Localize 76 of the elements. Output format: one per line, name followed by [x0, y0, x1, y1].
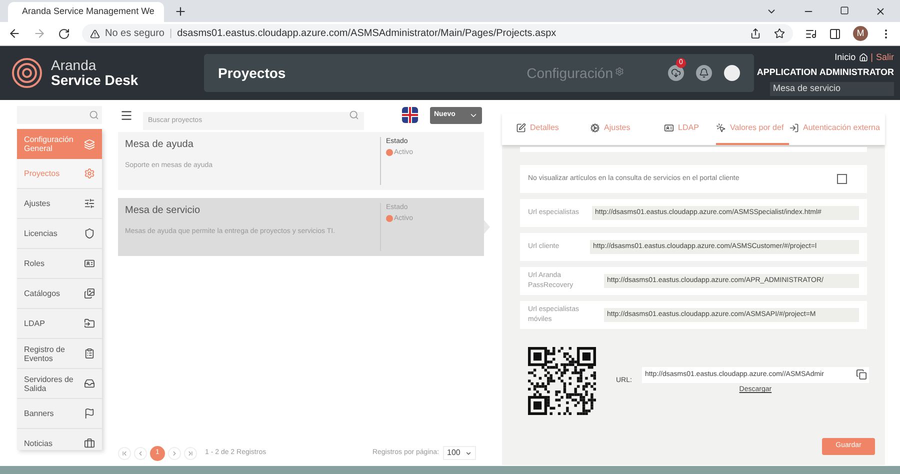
per-page-select[interactable]: 100 — [443, 446, 476, 460]
briefcase-icon — [84, 438, 95, 449]
id-card-icon — [84, 258, 95, 269]
sidebar-item[interactable]: Licencias — [17, 219, 102, 249]
gear-icon — [84, 168, 95, 179]
reload-icon[interactable] — [58, 28, 70, 40]
flag-icon[interactable] — [402, 107, 418, 123]
profile-avatar[interactable]: M — [853, 26, 868, 41]
sidebar-item[interactable]: Servidores de Salida — [17, 369, 102, 399]
sidebar-item[interactable]: Noticias — [17, 429, 102, 450]
separator: | — [169, 27, 172, 41]
cloud-download-button[interactable] — [668, 65, 684, 81]
user-name: APPLICATION ADMINISTRATOR — [756, 66, 894, 79]
side-panel-icon[interactable] — [829, 28, 841, 40]
sidebar-item[interactable]: LDAP — [17, 309, 102, 339]
bell-button[interactable] — [696, 65, 712, 81]
sidebar-item[interactable]: Banners — [17, 399, 102, 429]
warning-icon — [90, 28, 100, 38]
clipboard-icon — [84, 348, 95, 359]
flag-icon — [84, 408, 95, 419]
address-field[interactable]: No es seguro | dsasms01.eastus.cloudapp.azure.com/ASMSAdministrator/Main/Pages/Projects.aspx — [82, 24, 793, 43]
gear-icon — [615, 66, 624, 76]
security-label: No es seguro — [105, 27, 164, 41]
sidebar-item[interactable]: Catálogos — [17, 279, 102, 309]
sidebar-item[interactable]: Registro de Eventos — [17, 339, 102, 369]
sidebar-item[interactable]: Roles — [17, 249, 102, 279]
logout-link[interactable]: Salir — [876, 50, 894, 64]
playlist-icon[interactable] — [805, 28, 817, 40]
menu-icon[interactable] — [120, 108, 133, 122]
images-icon — [84, 288, 95, 299]
last-page-icon — [187, 450, 194, 456]
maximize-icon[interactable] — [840, 6, 849, 15]
inbox-icon — [84, 378, 95, 389]
search-field[interactable] — [17, 106, 102, 124]
user-avatar[interactable] — [724, 65, 740, 81]
folder-icon — [84, 318, 95, 329]
pointer-click-icon — [716, 123, 726, 133]
project-selector[interactable]: Mesa de servicio — [770, 82, 894, 96]
share-icon[interactable] — [750, 28, 761, 39]
first-page-icon — [121, 450, 128, 456]
id-card-icon — [664, 123, 674, 133]
separator: | — [870, 50, 873, 64]
brand-name: Service Desk — [51, 73, 138, 88]
shield-icon — [84, 228, 95, 239]
search-icon — [349, 110, 359, 120]
layers-icon — [84, 138, 95, 150]
back-icon[interactable] — [8, 27, 21, 40]
next-icon — [171, 450, 178, 456]
checkbox[interactable] — [837, 174, 847, 184]
tab-title: Aranda Service Management We — [22, 5, 154, 18]
bookmark-icon[interactable] — [774, 28, 785, 39]
spiral-logo-icon — [11, 57, 43, 89]
close-icon[interactable] — [875, 6, 886, 17]
selection-pointer — [484, 220, 490, 234]
gear-icon — [590, 123, 600, 133]
qr-code-drawing — [528, 347, 596, 415]
project-name: Mesa de servicio — [125, 204, 202, 218]
copy-icon[interactable] — [856, 369, 867, 380]
home-icon — [858, 52, 868, 62]
sidebar-item[interactable]: Ajustes — [17, 189, 102, 219]
search-icon — [89, 110, 99, 120]
login-icon — [789, 123, 799, 133]
page-title: Proyectos — [218, 64, 286, 83]
section-title: Configuración — [526, 64, 613, 83]
cloud-download-icon — [671, 68, 681, 78]
browser-tab[interactable]: Aranda Service Management We — [8, 2, 164, 22]
caret-icon — [465, 450, 472, 456]
bell-icon — [699, 68, 709, 78]
sliders-icon — [84, 198, 95, 209]
url-text: dsasms01.eastus.cloudapp.azure.com/ASMSAdministrator/Main/Pages/Projects.aspx — [177, 27, 556, 41]
project-name: Mesa de ayuda — [125, 138, 194, 152]
previous-icon — [137, 450, 144, 456]
brand-name: Aranda — [51, 58, 98, 73]
edit-icon — [516, 123, 526, 133]
home-link[interactable]: Inicio — [834, 50, 856, 64]
new-tab-icon[interactable] — [174, 5, 187, 18]
